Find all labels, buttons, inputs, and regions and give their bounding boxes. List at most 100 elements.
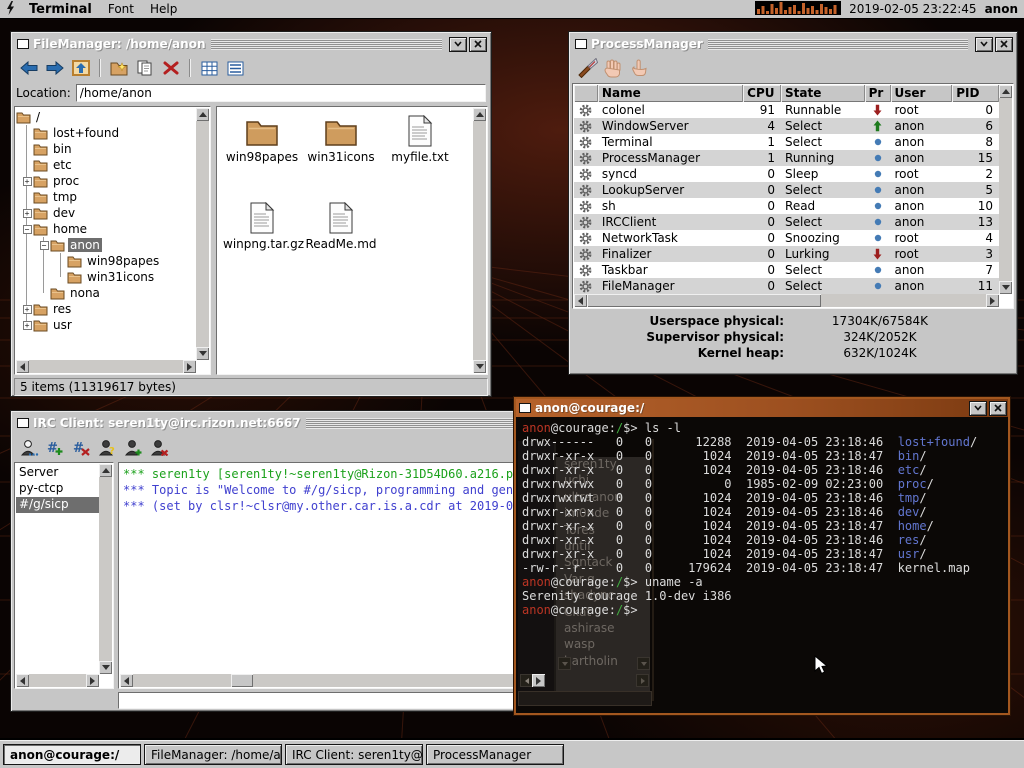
join-channel-button[interactable]: # <box>43 436 67 458</box>
channel-item-Server[interactable]: Server <box>16 465 99 481</box>
up-dir-button[interactable] <box>69 57 93 79</box>
rollup-button[interactable] <box>975 37 993 52</box>
delete-button[interactable] <box>159 57 183 79</box>
tree-item-bin[interactable]: bin <box>16 141 196 157</box>
process-row-Terminal[interactable]: Terminal1Selectanon8 <box>574 134 999 150</box>
scroll-button[interactable] <box>16 674 29 687</box>
terminal-titlebar[interactable]: anon@courage:/ <box>516 399 1008 417</box>
column-header-icon[interactable] <box>574 85 598 102</box>
file-item-winpng-tar-gz[interactable]: winpng.tar.gz <box>223 198 301 251</box>
process-row-FileManager[interactable]: FileManager0Selectanon11 <box>574 278 999 294</box>
tree-item-lost-found[interactable]: lost+found <box>16 125 196 141</box>
close-button[interactable] <box>995 37 1013 52</box>
scroll-button[interactable] <box>473 360 486 373</box>
tree-expander[interactable]: − <box>21 225 33 234</box>
tree-item-proc[interactable]: +proc <box>16 173 196 189</box>
tree-item-dev[interactable]: +dev <box>16 205 196 221</box>
processmanager-titlebar[interactable]: ProcessManager <box>572 35 1014 53</box>
chat-horizontal-scrollbar[interactable] <box>120 674 545 687</box>
scroll-button[interactable] <box>196 108 209 121</box>
scroll-button[interactable] <box>532 674 545 687</box>
scroll-button[interactable] <box>120 674 133 687</box>
back-button[interactable] <box>17 57 41 79</box>
menu-font[interactable]: Font <box>108 2 134 16</box>
location-input[interactable] <box>76 84 486 102</box>
column-header-State[interactable]: State <box>781 85 865 102</box>
close-button[interactable] <box>469 37 487 52</box>
tree-item-res[interactable]: +res <box>16 301 196 317</box>
scroll-button[interactable] <box>999 281 1012 294</box>
copy-button[interactable] <box>133 57 157 79</box>
channel-item-py-ctcp[interactable]: py-ctcp <box>16 481 99 497</box>
channels-horizontal-scrollbar[interactable] <box>16 674 99 687</box>
file-item-win31icons[interactable]: win31icons <box>302 111 380 164</box>
taskbar-button-irc-client-seren1ty-i-[interactable]: IRC Client: seren1ty@i... <box>285 744 423 765</box>
channels-vertical-scrollbar[interactable] <box>99 464 112 674</box>
process-row-IRCClient[interactable]: IRCClient0Selectanon13 <box>574 214 999 230</box>
files-vertical-scrollbar[interactable] <box>473 108 486 373</box>
tree-item-nona[interactable]: nona <box>16 285 196 301</box>
column-header-PID[interactable]: PID <box>952 85 999 102</box>
terminal-content[interactable]: seren1tyuchiultraanonim0ndeToresuntilSgn… <box>518 419 1006 711</box>
file-item-win98papes[interactable]: win98papes <box>223 111 301 164</box>
menu-help[interactable]: Help <box>150 2 177 16</box>
tree-expander[interactable]: + <box>21 177 33 186</box>
whois-button[interactable]: ? <box>95 436 119 458</box>
process-row-Finalizer[interactable]: Finalizer0Lurkingroot3 <box>574 246 999 262</box>
op-user-button[interactable] <box>121 436 145 458</box>
taskbar-button-anon-courage-[interactable]: anon@courage:/ <box>3 744 141 765</box>
forward-button[interactable] <box>43 57 67 79</box>
scroll-button[interactable] <box>16 360 29 373</box>
file-item-myfile-txt[interactable]: myfile.txt <box>381 111 459 164</box>
close-button[interactable] <box>989 401 1007 416</box>
continue-button[interactable] <box>627 57 651 79</box>
process-row-Taskbar[interactable]: Taskbar0Selectanon7 <box>574 262 999 278</box>
tree-item-anon[interactable]: −anon <box>16 237 196 253</box>
tree-expander[interactable]: + <box>21 321 33 330</box>
column-header-User[interactable]: User <box>891 85 953 102</box>
scroll-button[interactable] <box>473 108 486 121</box>
new-folder-button[interactable] <box>107 57 131 79</box>
rollup-button[interactable] <box>449 37 467 52</box>
menu-terminal[interactable]: Terminal <box>29 2 92 17</box>
tree-vertical-scrollbar[interactable] <box>196 108 209 360</box>
process-row-NetworkTask[interactable]: NetworkTask0Snoozingroot4 <box>574 230 999 246</box>
kill-button[interactable] <box>575 57 599 79</box>
scroll-thumb[interactable] <box>231 674 253 687</box>
taskbar-button-processmanager[interactable]: ProcessManager <box>426 744 564 765</box>
scroll-button[interactable] <box>86 674 99 687</box>
tree-item-tmp[interactable]: tmp <box>16 189 196 205</box>
tree-item-usr[interactable]: +usr <box>16 317 196 333</box>
stop-button[interactable] <box>601 57 625 79</box>
tree-horizontal-scrollbar[interactable] <box>16 360 196 373</box>
scroll-button[interactable] <box>99 464 112 477</box>
file-item-ReadMe-md[interactable]: ReadMe.md <box>302 198 380 251</box>
process-row-colonel[interactable]: colonel91Runnableroot0 <box>574 102 999 118</box>
part-channel-button[interactable]: # <box>69 436 93 458</box>
column-header-Name[interactable]: Name <box>598 85 743 102</box>
table-horizontal-scrollbar[interactable] <box>574 294 999 307</box>
scroll-button[interactable] <box>183 360 196 373</box>
process-row-sh[interactable]: sh0Readanon10 <box>574 198 999 214</box>
icon-view-button[interactable] <box>197 57 221 79</box>
cpu-graph-icon[interactable] <box>755 1 841 18</box>
scroll-button[interactable] <box>99 661 112 674</box>
taskbar-button-filemanager-home-anon[interactable]: FileManager: /home/anon <box>144 744 282 765</box>
list-view-button[interactable] <box>223 57 247 79</box>
process-row-ProcessManager[interactable]: ProcessManager1Runninganon15 <box>574 150 999 166</box>
tree-item-etc[interactable]: etc <box>16 157 196 173</box>
tree-item--[interactable]: / <box>16 109 196 125</box>
tree-item-home[interactable]: −home <box>16 221 196 237</box>
tree-item-win31icons[interactable]: win31icons <box>16 269 196 285</box>
process-row-syncd[interactable]: syncd0Sleeproot2 <box>574 166 999 182</box>
tree-expander[interactable]: − <box>38 241 50 250</box>
scroll-thumb[interactable] <box>587 294 821 307</box>
scroll-button[interactable] <box>999 85 1012 98</box>
process-row-WindowServer[interactable]: WindowServer4Selectanon6 <box>574 118 999 134</box>
tree-expander[interactable]: + <box>21 305 33 314</box>
tree-expander[interactable]: + <box>21 209 33 218</box>
scroll-button[interactable] <box>196 347 209 360</box>
scroll-button[interactable] <box>574 294 587 307</box>
scroll-button[interactable] <box>986 294 999 307</box>
channel-item--g-sicp[interactable]: #/g/sicp <box>16 497 99 513</box>
